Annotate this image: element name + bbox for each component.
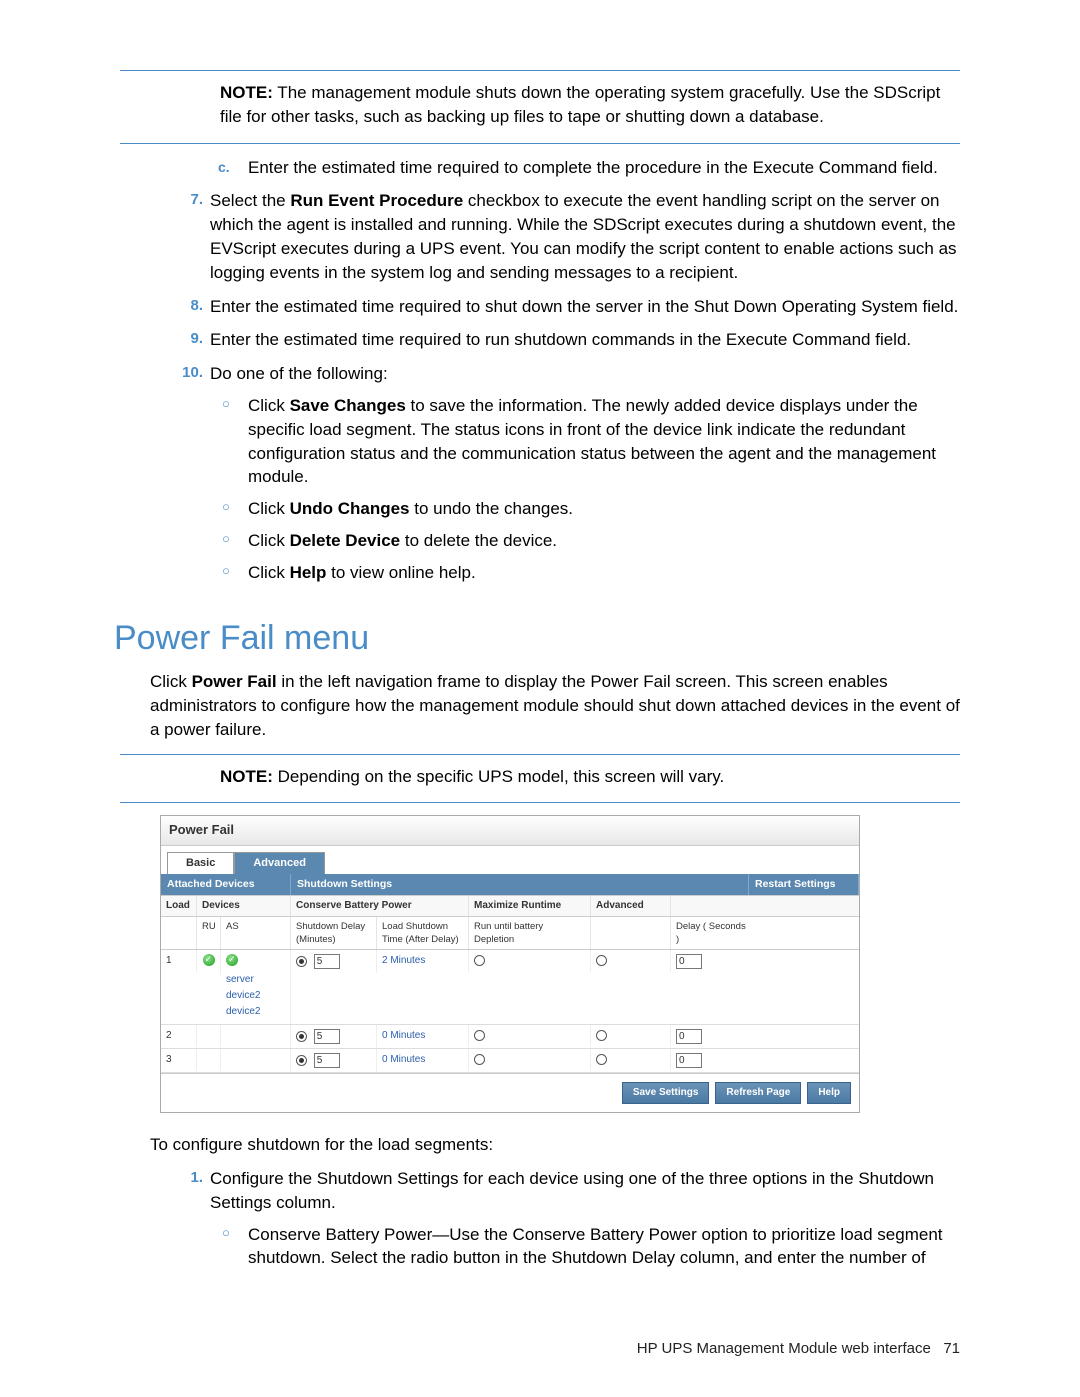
list-item-8: 8. Enter the estimated time required to … xyxy=(175,295,960,319)
list-item-9: 9. Enter the estimated time required to … xyxy=(175,328,960,352)
config-sub: Conserve Battery Power—Use the Conserve … xyxy=(218,1223,960,1271)
help-button[interactable]: Help xyxy=(807,1082,851,1104)
note-text: The management module shuts down the ope… xyxy=(220,83,940,126)
page-footer: HP UPS Management Module web interface 7… xyxy=(637,1338,960,1359)
shutdown-delay-input[interactable]: 5 xyxy=(314,954,340,969)
runtime-radio[interactable] xyxy=(474,955,485,966)
save-settings-button[interactable]: Save Settings xyxy=(622,1082,710,1104)
runtime-radio[interactable] xyxy=(474,1054,485,1065)
col-devices: Devices xyxy=(197,896,291,916)
shutdown-delay-input[interactable]: 5 xyxy=(314,1029,340,1044)
shutdown-delay-radio[interactable] xyxy=(296,1031,307,1042)
note-box-1: NOTE: The management module shuts down t… xyxy=(120,70,960,144)
sub-marker: c. xyxy=(218,158,230,178)
col-adv: Advanced xyxy=(591,896,671,916)
shutdown-delay-radio[interactable] xyxy=(296,1055,307,1066)
list-item: c.Enter the estimated time required to c… xyxy=(175,156,960,180)
table-row: 2 50 Minutes0 xyxy=(161,1025,859,1049)
window-title: Power Fail xyxy=(161,816,859,845)
tab-bar: Basic Advanced xyxy=(161,846,859,874)
col-sd: Shutdown Delay (Minutes) xyxy=(291,917,377,950)
list-item-10: 10. Do one of the following: Click Save … xyxy=(175,362,960,584)
refresh-page-button[interactable]: Refresh Page xyxy=(715,1082,801,1104)
list-item-7: 7. Select the Run Event Procedure checkb… xyxy=(175,189,960,284)
table-row: 3 50 Minutes0 xyxy=(161,1049,859,1073)
advanced-radio[interactable] xyxy=(596,1030,607,1041)
table-row: 1 serverdevice2device2 52 Minutes0 xyxy=(161,950,859,1025)
tab-basic[interactable]: Basic xyxy=(167,852,234,874)
sub-item: Click Help to view online help. xyxy=(218,561,960,585)
config-intro: To configure shutdown for the load segme… xyxy=(150,1133,960,1157)
config-list: 1. Configure the Shutdown Settings for e… xyxy=(175,1167,960,1270)
col-run: Run until battery Depletion xyxy=(469,917,591,950)
sub-item: Click Save Changes to save the informati… xyxy=(218,394,960,489)
section-shutdown: Shutdown Settings xyxy=(291,874,749,895)
restart-delay-input[interactable]: 0 xyxy=(676,1029,702,1044)
sub-item-c: c.Enter the estimated time required to c… xyxy=(218,156,960,180)
col-ru: RU xyxy=(197,917,221,950)
power-fail-screenshot: Power Fail Basic Advanced Attached Devic… xyxy=(160,815,860,1113)
restart-delay-input[interactable]: 0 xyxy=(676,1053,702,1068)
col-conserve: Conserve Battery Power xyxy=(291,896,469,916)
section-attached: Attached Devices xyxy=(161,874,291,895)
note-label: NOTE: xyxy=(220,767,273,786)
section-heading: Power Fail menu xyxy=(114,615,960,663)
sub-item: Click Undo Changes to undo the changes. xyxy=(218,497,960,521)
section-restart: Restart Settings xyxy=(749,874,859,895)
col-load: Load xyxy=(161,896,197,916)
note-text: Depending on the specific UPS model, thi… xyxy=(273,767,724,786)
note-box-2: NOTE: Depending on the specific UPS mode… xyxy=(120,754,960,804)
note-label: NOTE: xyxy=(220,83,273,102)
col-lst: Load Shutdown Time (After Delay) xyxy=(377,917,469,950)
status-ok-icon xyxy=(203,954,215,966)
tab-advanced[interactable]: Advanced xyxy=(234,852,325,874)
advanced-radio[interactable] xyxy=(596,1054,607,1065)
col-as: AS xyxy=(221,917,291,950)
config-item-1: 1. Configure the Shutdown Settings for e… xyxy=(175,1167,960,1270)
advanced-radio[interactable] xyxy=(596,955,607,966)
intro-paragraph: Click Power Fail in the left navigation … xyxy=(150,670,960,741)
sub-item: Click Delete Device to delete the device… xyxy=(218,529,960,553)
shutdown-delay-input[interactable]: 5 xyxy=(314,1053,340,1068)
status-ok-icon xyxy=(226,954,238,966)
col-max: Maximize Runtime xyxy=(469,896,591,916)
runtime-radio[interactable] xyxy=(474,1030,485,1041)
shutdown-delay-radio[interactable] xyxy=(296,956,307,967)
restart-delay-input[interactable]: 0 xyxy=(676,954,702,969)
procedure-list: c.Enter the estimated time required to c… xyxy=(175,156,960,585)
col-delay: Delay ( Seconds ) xyxy=(671,917,753,950)
